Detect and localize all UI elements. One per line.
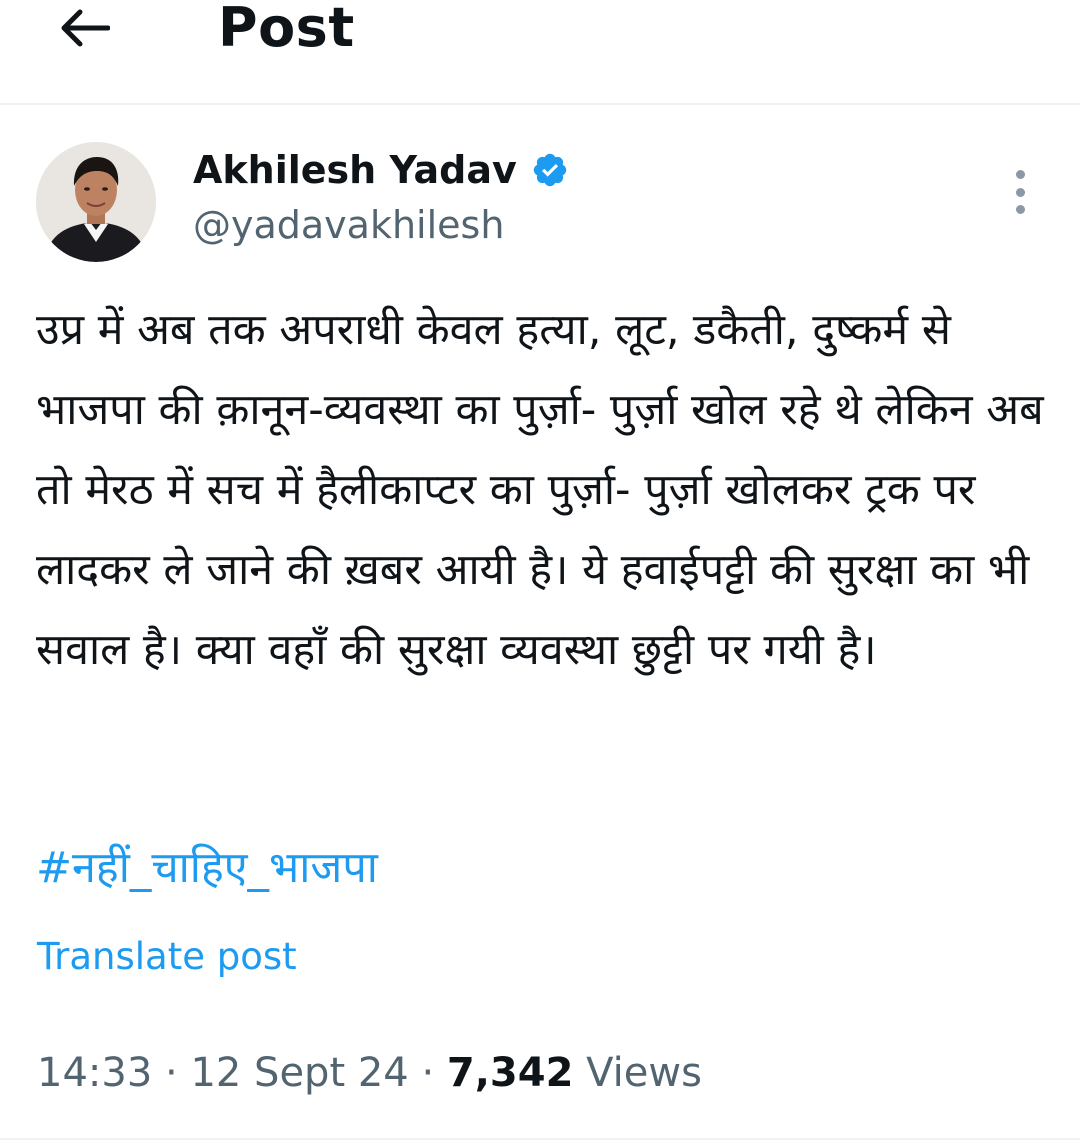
profile-photo: [36, 142, 156, 262]
more-options-button[interactable]: [1000, 164, 1040, 220]
divider: [0, 1138, 1080, 1140]
post-time[interactable]: 14:33: [37, 1050, 152, 1096]
arrow-left-icon: [61, 9, 110, 47]
page-title: Post: [218, 0, 355, 59]
meta-separator: ·: [152, 1050, 191, 1096]
verified-badge-icon: [533, 153, 566, 187]
views-count: 7,342: [446, 1050, 574, 1096]
author-handle[interactable]: @yadavakhilesh: [193, 203, 504, 247]
translate-post-link[interactable]: Translate post: [37, 935, 297, 978]
post-text: उप्र में अब तक अपराधी केवल हत्या, लूट, ड…: [36, 305, 1044, 675]
top-app-bar: Post: [0, 0, 1080, 105]
back-button[interactable]: [52, 4, 116, 52]
avatar[interactable]: [36, 142, 156, 262]
more-options-icon-dot: [1015, 187, 1025, 197]
post-detail-page: Post Akhilesh Yadav @yadavakhilesh उप्र …: [0, 0, 1080, 1141]
views-label: Views: [573, 1050, 702, 1096]
hashtag-link[interactable]: #नहीं_चाहिए_भाजपा: [36, 836, 378, 895]
meta-separator: ·: [408, 1050, 447, 1096]
post-date[interactable]: 12 Sept 24: [190, 1050, 408, 1096]
author-name-text: Akhilesh Yadav: [193, 148, 517, 192]
more-options-icon: [1015, 170, 1025, 179]
author-name[interactable]: Akhilesh Yadav: [193, 148, 569, 192]
more-options-icon-dot: [1015, 205, 1025, 214]
post-metadata: 14:33 · 12 Sept 24 · 7,342 Views: [37, 1050, 702, 1096]
